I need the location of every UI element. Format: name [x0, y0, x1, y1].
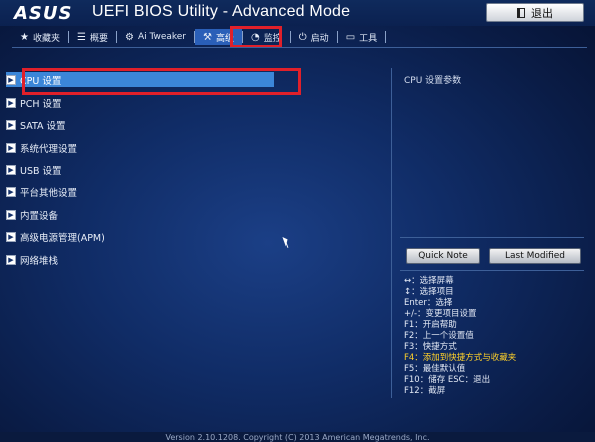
menu-item-network-stack[interactable]: ▶ 网络堆栈: [6, 252, 58, 267]
quick-note-button[interactable]: Quick Note: [406, 248, 480, 264]
asus-logo: ASUS: [14, 3, 73, 24]
arrow-icon: ▶: [6, 164, 16, 175]
main-nav: ★ 收藏夹 ☰ 概要 ⚙ Ai Tweaker ⚒ 高级 ◔ 监控 ⏻ 启动 ▭…: [12, 29, 587, 45]
key-hint: +/-：变更项目设置: [404, 309, 477, 319]
bios-screen: ASUS UEFI BIOS Utility - Advanced Mode 退…: [0, 0, 595, 442]
key-hint: F5：最佳默认值: [404, 364, 466, 374]
mouse-cursor-icon: [282, 235, 290, 247]
tab-label: 监控: [263, 33, 282, 44]
exit-label: 退出: [531, 6, 553, 20]
arrow-icon: ▶: [6, 97, 16, 108]
window-title: UEFI BIOS Utility - Advanced Mode: [92, 3, 351, 20]
menu-item-onboard-devices[interactable]: ▶ 内置设备: [6, 207, 58, 222]
header-bar: ASUS UEFI BIOS Utility - Advanced Mode 退…: [0, 0, 595, 26]
tab-monitor[interactable]: ◔ 监控: [243, 29, 290, 45]
tab-label: 高级: [215, 33, 234, 44]
panel-divider: [391, 68, 392, 398]
key-hint: F1：开启帮助: [404, 320, 457, 330]
menu-item-sata[interactable]: ▶ SATA 设置: [6, 117, 66, 132]
advanced-icon: ⚒: [203, 31, 212, 43]
help-title: CPU 设置参数: [404, 76, 462, 86]
menu-item-label: CPU 设置: [20, 75, 62, 87]
last-modified-button[interactable]: Last Modified: [489, 248, 581, 264]
menu-item-label: 高级电源管理(APM): [20, 232, 105, 244]
key-hint: F10：储存 ESC：退出: [404, 375, 491, 385]
nav-divider: [385, 31, 387, 43]
tab-favorites[interactable]: ★ 收藏夹: [12, 29, 68, 45]
menu-item-label: 内置设备: [20, 210, 59, 222]
menu-item-label: USB 设置: [20, 165, 62, 177]
menu-item-apm[interactable]: ▶ 高级电源管理(APM): [6, 229, 105, 244]
ai-tweaker-icon: ⚙: [124, 31, 134, 43]
key-hint: ↔：选择屏幕: [404, 276, 454, 286]
arrow-icon: ▶: [6, 119, 16, 130]
tool-icon: ▭: [345, 31, 356, 43]
tab-ai-tweaker[interactable]: ⚙ Ai Tweaker: [117, 29, 194, 45]
menu-item-label: 平台其他设置: [20, 187, 78, 199]
key-hint-highlight: F4：添加到快捷方式与收藏夹: [404, 353, 517, 363]
power-icon: ⏻: [298, 31, 307, 43]
tab-label: 收藏夹: [32, 33, 60, 44]
tab-overview[interactable]: ☰ 概要: [69, 29, 116, 45]
tab-label: Ai Tweaker: [137, 32, 187, 42]
arrow-icon: ▶: [6, 209, 16, 220]
arrow-icon: ▶: [6, 231, 16, 242]
menu-item-cpu[interactable]: ▶ CPU 设置: [6, 72, 274, 87]
key-hint: F2：上一个设置值: [404, 331, 474, 341]
menu-item-label: PCH 设置: [20, 98, 62, 110]
list-icon: ☰: [76, 31, 86, 43]
star-icon: ★: [20, 31, 29, 43]
tab-label: 概要: [89, 33, 108, 44]
arrow-icon: ▶: [6, 254, 16, 265]
arrow-icon: ▶: [6, 74, 16, 85]
tab-label: 启动: [310, 33, 329, 44]
tab-boot[interactable]: ⏻ 启动: [291, 29, 337, 45]
key-legend: ↔：选择屏幕 ↕：选择项目 Enter：选择 +/-：变更项目设置 F1：开启帮…: [404, 276, 584, 397]
menu-item-platform-misc[interactable]: ▶ 平台其他设置: [6, 184, 77, 199]
help-separator: [400, 237, 584, 238]
monitor-icon: ◔: [251, 31, 260, 43]
exit-button[interactable]: 退出: [486, 3, 584, 22]
menu-item-usb[interactable]: ▶ USB 设置: [6, 162, 62, 177]
menu-item-label: SATA 设置: [20, 120, 66, 132]
exit-icon: [517, 7, 525, 18]
tab-advanced[interactable]: ⚒ 高级: [195, 29, 242, 45]
arrow-icon: ▶: [6, 186, 16, 197]
key-hint: Enter：选择: [404, 298, 453, 308]
menu-item-pch[interactable]: ▶ PCH 设置: [6, 95, 62, 110]
key-hint: F12：截屏: [404, 386, 446, 396]
tab-tools[interactable]: ▭ 工具: [338, 29, 385, 45]
arrow-icon: ▶: [6, 142, 16, 153]
menu-item-system-agent[interactable]: ▶ 系统代理设置: [6, 140, 77, 155]
version-text: Version 2.10.1208. Copyright (C) 2013 Am…: [165, 433, 430, 442]
menu-item-label: 网络堆栈: [20, 255, 59, 267]
tab-label: 工具: [359, 33, 378, 44]
nav-underline: [12, 47, 587, 48]
key-hint: ↕：选择项目: [404, 287, 454, 297]
keys-separator: [400, 270, 584, 271]
key-hint: F3：快捷方式: [404, 342, 457, 352]
menu-item-label: 系统代理设置: [20, 143, 78, 155]
